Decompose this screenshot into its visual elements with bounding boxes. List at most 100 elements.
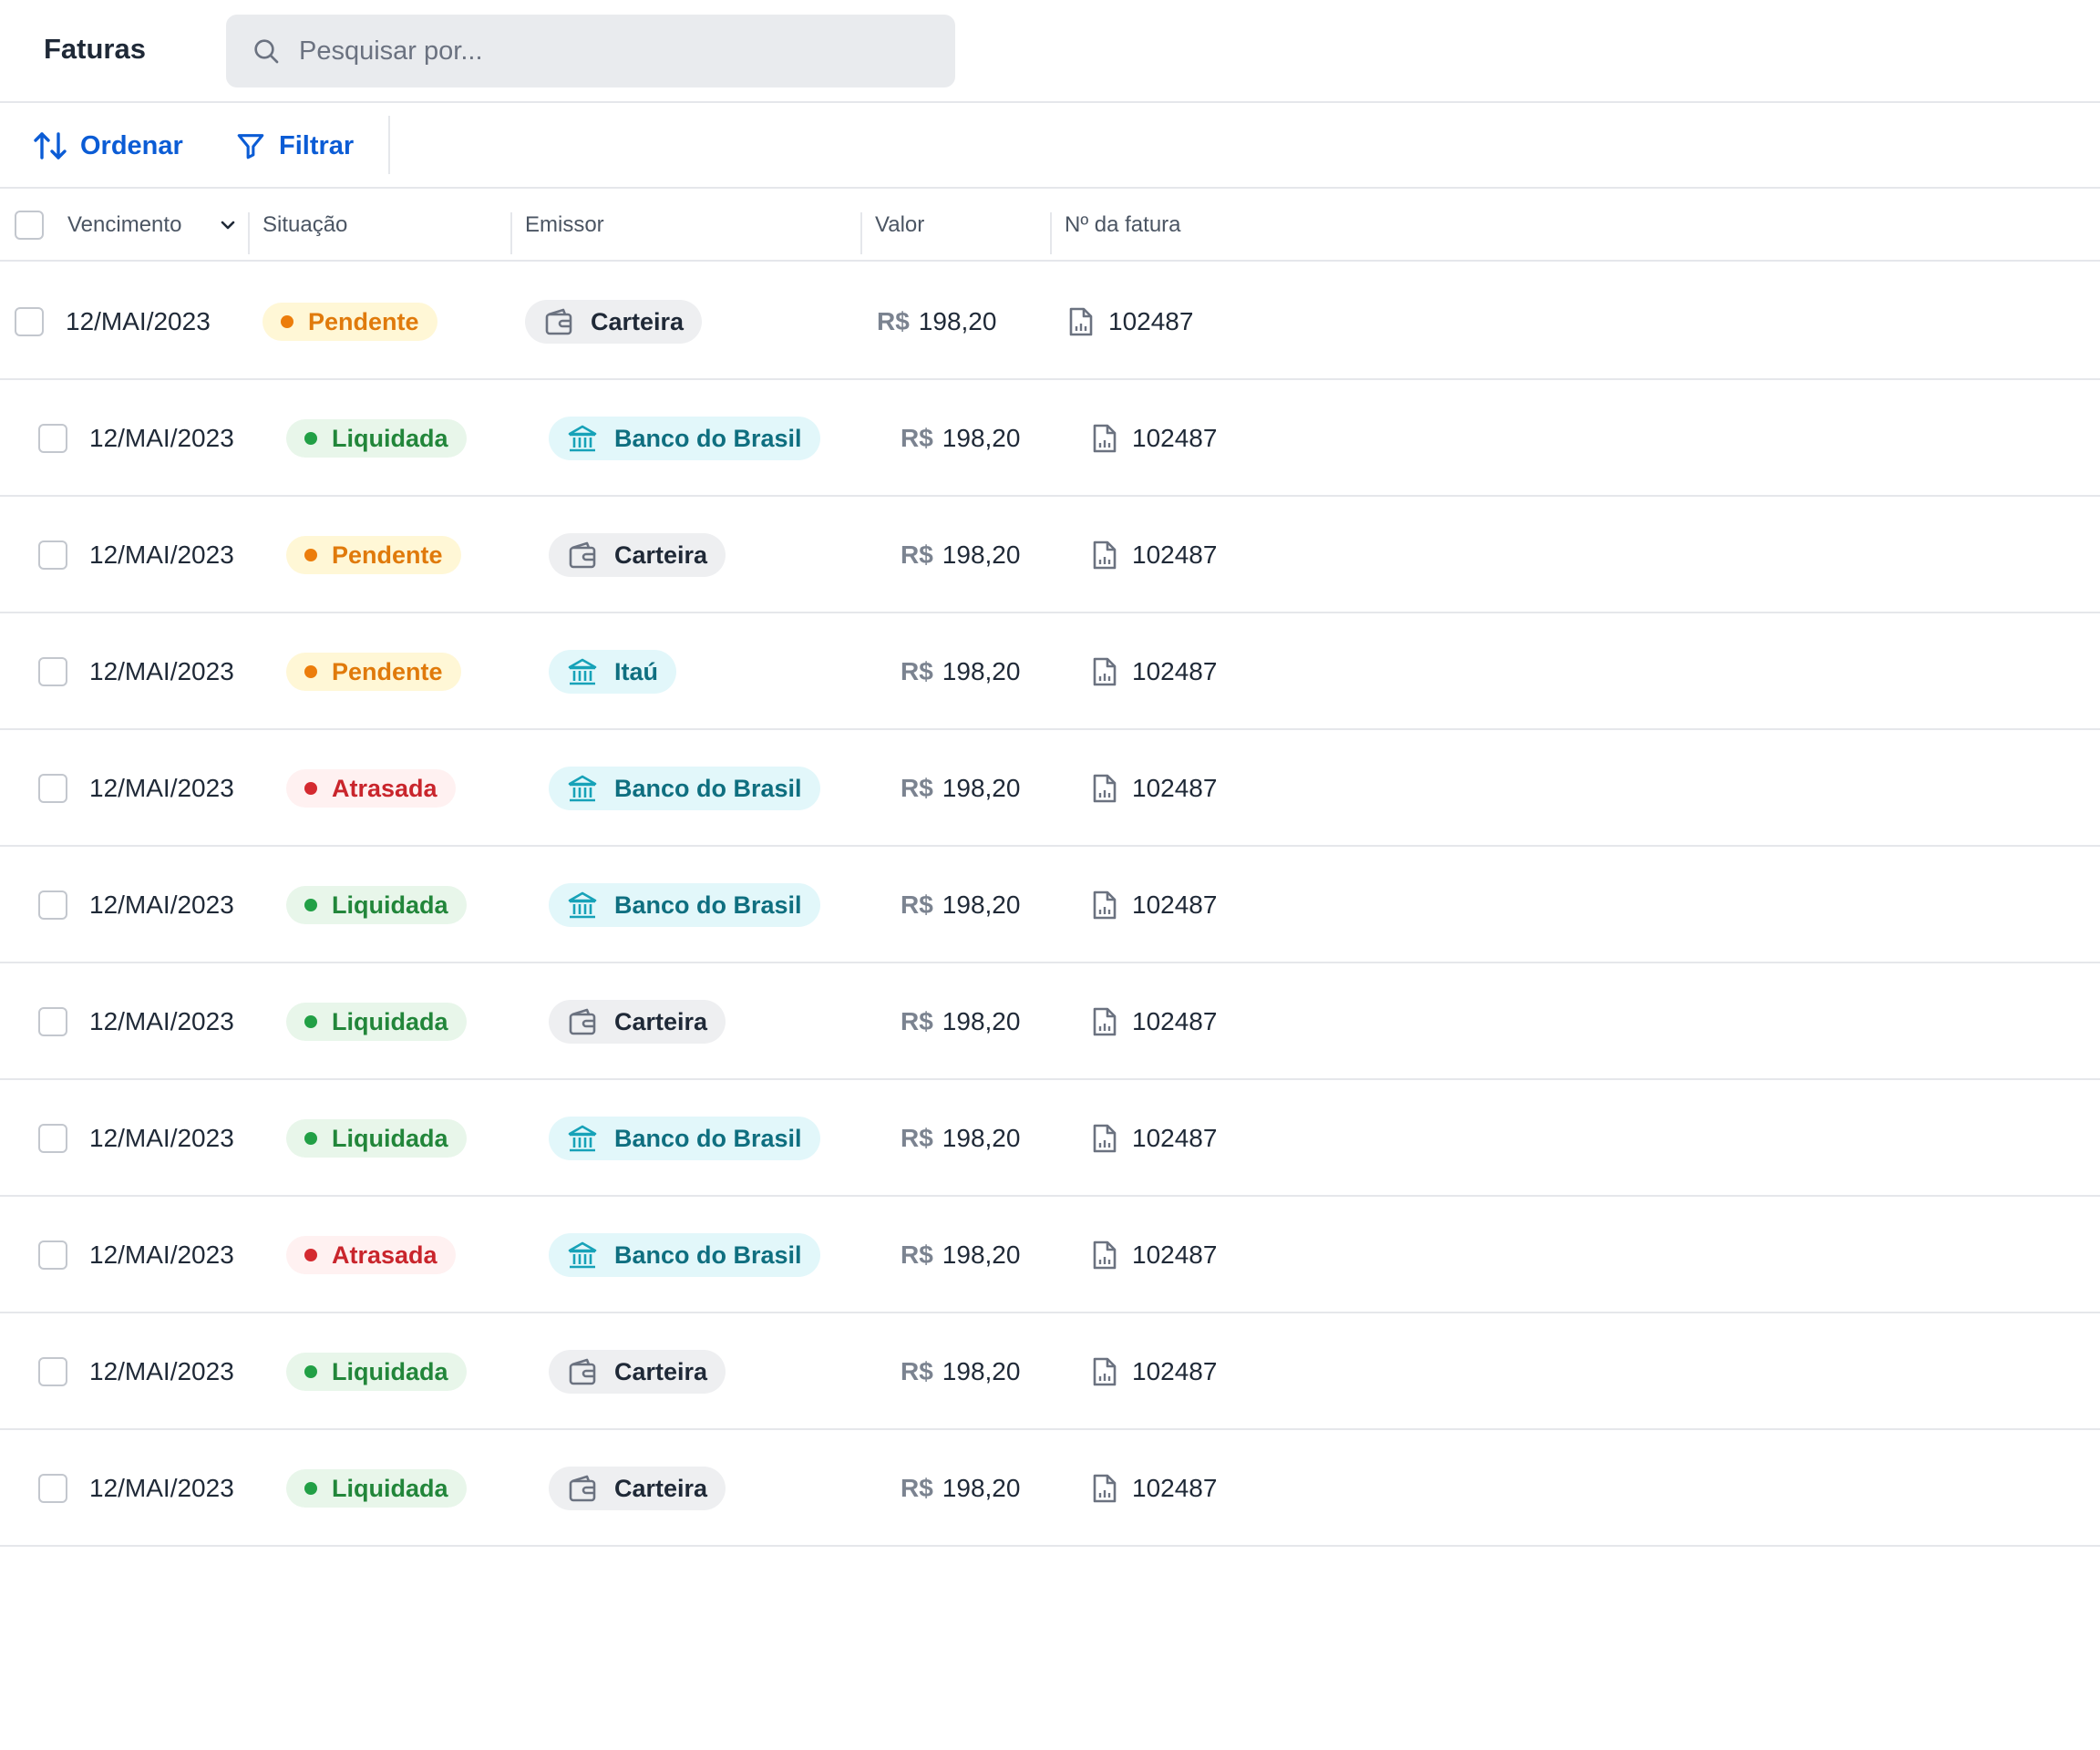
select-all-checkbox[interactable]	[15, 211, 44, 240]
table-row[interactable]: 12/MAI/2023 Pendente Carteira R$ 198,20	[0, 497, 2100, 613]
table-row[interactable]: 12/MAI/2023 Liquidada Carteira R$ 198,20	[0, 1313, 2100, 1430]
status-dot	[304, 1249, 317, 1261]
row-checkbox[interactable]	[15, 307, 44, 336]
invoice-number: 102487	[1132, 774, 1218, 802]
table-row[interactable]: 12/MAI/2023 Pendente Itaú R$ 198,20 1024…	[0, 613, 2100, 730]
search-icon	[254, 39, 279, 64]
invoice-document-icon[interactable]	[1092, 1473, 1117, 1504]
invoice-document-icon[interactable]	[1092, 1240, 1117, 1271]
search-input[interactable]	[297, 15, 935, 88]
status-cell: Atrasada	[286, 730, 456, 847]
invoice-document-icon[interactable]	[1092, 1123, 1117, 1154]
table-row[interactable]: 12/MAI/2023 Liquidada Banco do Brasil R$…	[0, 847, 2100, 963]
column-header-numero[interactable]: Nº da fatura	[1065, 189, 1181, 262]
currency-symbol: R$	[901, 540, 933, 569]
row-checkbox[interactable]	[38, 1240, 67, 1270]
issuer-badge: Banco do Brasil	[549, 883, 820, 927]
top-bar: Faturas	[0, 0, 2100, 103]
due-date-cell: 12/MAI/2023	[89, 963, 234, 1080]
column-header-valor[interactable]: Valor	[875, 189, 924, 262]
issuer-cell: Banco do Brasil	[549, 1080, 820, 1197]
due-date-cell: 12/MAI/2023	[66, 263, 211, 380]
row-checkbox[interactable]	[38, 1474, 67, 1503]
table-row[interactable]: 12/MAI/2023 Liquidada Banco do Brasil R$…	[0, 380, 2100, 497]
invoice-cell: 102487	[1092, 497, 1217, 613]
issuer-label: Carteira	[614, 540, 708, 569]
row-checkbox[interactable]	[38, 774, 67, 803]
invoice-number: 102487	[1132, 657, 1218, 685]
filter-button[interactable]: Filtrar	[235, 118, 354, 174]
issuer-cell: Banco do Brasil	[549, 380, 820, 497]
status-cell: Pendente	[286, 613, 461, 730]
search-box[interactable]	[226, 15, 955, 88]
filter-button-label: Filtrar	[279, 130, 355, 160]
issuer-cell: Itaú	[549, 613, 677, 730]
invoice-document-icon[interactable]	[1092, 1356, 1117, 1387]
status-badge: Liquidada	[286, 419, 467, 458]
amount-cell: R$ 198,20	[901, 1080, 1020, 1197]
due-date: 12/MAI/2023	[89, 1240, 234, 1269]
status-label: Pendente	[332, 540, 443, 569]
amount-cell: R$ 198,20	[901, 497, 1020, 613]
issuer-cell: Carteira	[549, 963, 726, 1080]
currency-symbol: R$	[901, 1357, 933, 1385]
issuer-label: Banco do Brasil	[614, 1240, 802, 1269]
row-checkbox[interactable]	[38, 1007, 67, 1036]
table-row[interactable]: 12/MAI/2023 Liquidada Carteira R$ 198,20	[0, 963, 2100, 1080]
due-date-cell: 12/MAI/2023	[89, 1197, 234, 1313]
column-divider	[248, 212, 250, 254]
status-badge: Pendente	[262, 303, 438, 341]
status-cell: Pendente	[262, 263, 438, 380]
table-row[interactable]: 12/MAI/2023 Liquidada Carteira R$ 198,20	[0, 1430, 2100, 1547]
table-row[interactable]: 12/MAI/2023 Atrasada Banco do Brasil R$ …	[0, 1197, 2100, 1313]
row-checkbox[interactable]	[38, 890, 67, 920]
column-header-vencimento[interactable]: Vencimento	[67, 189, 237, 262]
sort-button[interactable]: Ordenar	[33, 118, 183, 174]
invoice-document-icon[interactable]	[1092, 890, 1117, 921]
status-badge: Pendente	[286, 653, 461, 691]
invoice-document-icon[interactable]	[1092, 423, 1117, 454]
status-cell: Pendente	[286, 497, 461, 613]
row-checkbox[interactable]	[38, 657, 67, 686]
issuer-badge: Carteira	[549, 1467, 726, 1510]
status-badge: Liquidada	[286, 1469, 467, 1508]
amount: 198,20	[942, 774, 1021, 802]
invoice-number: 102487	[1132, 424, 1218, 452]
issuer-icon	[567, 1473, 598, 1504]
issuer-badge: Banco do Brasil	[549, 1117, 820, 1160]
due-date: 12/MAI/2023	[89, 540, 234, 569]
column-header-valor-label: Valor	[875, 212, 925, 237]
status-label: Liquidada	[332, 890, 448, 919]
column-header-emissor-label: Emissor	[525, 212, 604, 237]
invoice-document-icon[interactable]	[1092, 656, 1117, 687]
due-date: 12/MAI/2023	[89, 1124, 234, 1152]
column-divider	[860, 212, 862, 254]
row-checkbox[interactable]	[38, 1357, 67, 1386]
status-cell: Liquidada	[286, 963, 467, 1080]
chevron-down-icon[interactable]	[219, 216, 237, 234]
issuer-badge: Carteira	[549, 1350, 726, 1394]
currency-symbol: R$	[901, 774, 933, 802]
row-checkbox[interactable]	[38, 424, 67, 453]
wallet-icon	[569, 1358, 596, 1385]
status-label: Pendente	[308, 307, 419, 335]
invoice-document-icon[interactable]	[1092, 773, 1117, 804]
row-checkbox[interactable]	[38, 540, 67, 570]
bank-icon	[568, 891, 597, 919]
invoice-number: 102487	[1132, 1124, 1218, 1152]
toolbar: Ordenar Filtrar	[0, 103, 2100, 189]
invoice-document-icon[interactable]	[1092, 540, 1117, 571]
table-row[interactable]: 12/MAI/2023 Atrasada Banco do Brasil R$ …	[0, 730, 2100, 847]
status-label: Atrasada	[332, 1240, 438, 1269]
invoice-document-icon[interactable]	[1068, 306, 1094, 337]
column-header-emissor[interactable]: Emissor	[525, 189, 604, 262]
due-date: 12/MAI/2023	[89, 1357, 234, 1385]
invoice-cell: 102487	[1092, 613, 1217, 730]
due-date: 12/MAI/2023	[66, 307, 211, 335]
table-row[interactable]: 12/MAI/2023 Liquidada Banco do Brasil R$…	[0, 1080, 2100, 1197]
row-checkbox[interactable]	[38, 1124, 67, 1153]
column-header-situacao[interactable]: Situação	[262, 189, 347, 262]
table-row[interactable]: 12/MAI/2023 Pendente Carteira R$ 198,20	[0, 263, 2100, 380]
invoice-document-icon[interactable]	[1092, 1006, 1117, 1037]
filter-funnel-icon	[237, 134, 264, 160]
